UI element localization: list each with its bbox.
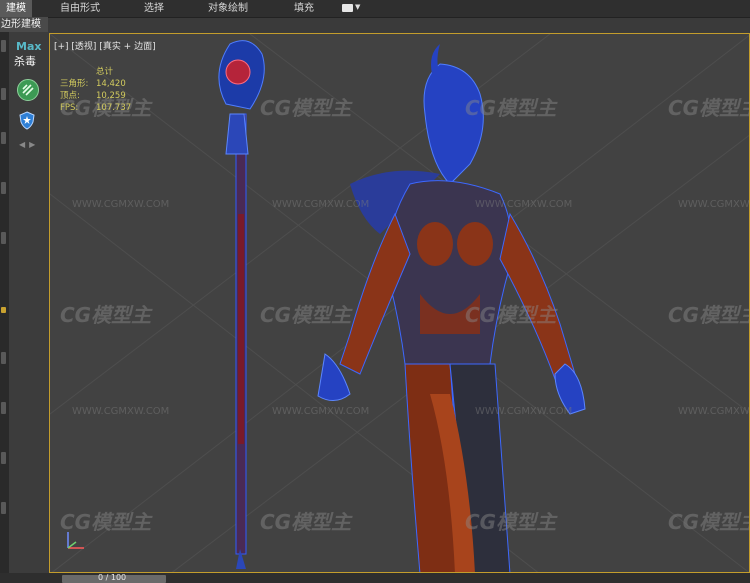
perspective-viewport[interactable]: CG模型主 CG模型主 CG模型主 CG模型主 WWW.CGMXW.COM WW… [49, 33, 750, 573]
stats-header: 总计 [96, 67, 114, 77]
tool-slot[interactable] [1, 88, 6, 100]
tab-object-paint[interactable]: 对象绘制 [208, 0, 248, 17]
viewport-stats: 总计 三角形: 14,420 顶点: 10,259 FPS: 107.737 [60, 66, 180, 114]
tool-slot-active[interactable] [1, 307, 6, 313]
watermark-url: WWW.CGMXW.COM [272, 406, 370, 417]
ribbon-toggle-button[interactable]: ▼ [342, 3, 364, 14]
max-logo: Max [16, 40, 42, 53]
watermark-logo: CG模型主 [260, 303, 352, 327]
watermark-logo: CG模型主 [465, 96, 557, 120]
tool-slot[interactable] [1, 40, 6, 52]
staff-model [218, 40, 265, 569]
tab-populate[interactable]: 填充 [294, 0, 314, 17]
stats-fps-label: FPS: [60, 103, 79, 113]
watermark-url: WWW.CGMXW.COM [272, 199, 370, 210]
watermark-logo: CG模型主 [60, 303, 152, 327]
stats-vertices-label: 顶点: [60, 91, 80, 101]
tool-slot[interactable] [1, 502, 6, 514]
watermark-url: WWW.CGMXW.COM [475, 406, 573, 417]
tool-slot[interactable] [1, 132, 6, 144]
tab-selection[interactable]: 选择 [144, 0, 164, 17]
watermark-logo: CG模型主 [668, 303, 750, 327]
watermark-url: WWW.CGMXW.COM [72, 406, 170, 417]
watermark-url: WWW.CGMXW.COM [72, 199, 170, 210]
wireframe-scene [50, 34, 749, 572]
tool-slot[interactable] [1, 232, 6, 244]
chevron-down-icon: ▼ [355, 3, 361, 11]
subribbon-polygon-modeling[interactable]: 边形建模 [0, 17, 48, 32]
stats-fps-value: 107.737 [96, 103, 132, 113]
nav-arrows-icon[interactable]: ◀▶ [19, 140, 39, 149]
watermark-logo: CG模型主 [260, 96, 352, 120]
watermark-logo: CG模型主 [260, 510, 352, 534]
left-tool-strip [0, 32, 9, 583]
ribbon-display-icon [342, 4, 353, 12]
tab-freeform[interactable]: 自由形式 [60, 0, 100, 17]
ribbon-bar: 建模 自由形式 选择 对象绘制 填充 ▼ [0, 0, 750, 18]
tab-modeling[interactable]: 建模 [0, 0, 32, 17]
time-slider-frame: 0 / 100 [98, 573, 127, 582]
watermark-logo: CG模型主 [465, 510, 557, 534]
watermark-logo: CG模型主 [668, 96, 750, 120]
watermark-url: WWW.CGMXW.COM [678, 406, 749, 417]
tool-slot[interactable] [1, 402, 6, 414]
clean-icon[interactable] [17, 79, 39, 101]
stats-triangles-label: 三角形: [60, 79, 89, 89]
axis-gizmo-icon [67, 532, 84, 549]
subribbon-label: 边形建模 [1, 19, 41, 30]
watermark-logo: CG模型主 [465, 303, 557, 327]
tool-slot[interactable] [1, 352, 6, 364]
antivirus-label: 杀毒 [14, 55, 36, 68]
shield-icon[interactable] [18, 111, 36, 130]
viewport-label[interactable]: [+] [透视] [真实 + 边面] [54, 39, 156, 52]
stats-triangles-value: 14,420 [96, 79, 126, 89]
stats-vertices-value: 10,259 [96, 91, 126, 101]
tool-slot[interactable] [1, 452, 6, 464]
watermark-logo: CG模型主 [668, 510, 750, 534]
watermark-url: WWW.CGMXW.COM [678, 199, 749, 210]
watermark-url: WWW.CGMXW.COM [475, 199, 573, 210]
time-slider[interactable]: 0 / 100 [62, 573, 166, 583]
tool-slot[interactable] [1, 182, 6, 194]
